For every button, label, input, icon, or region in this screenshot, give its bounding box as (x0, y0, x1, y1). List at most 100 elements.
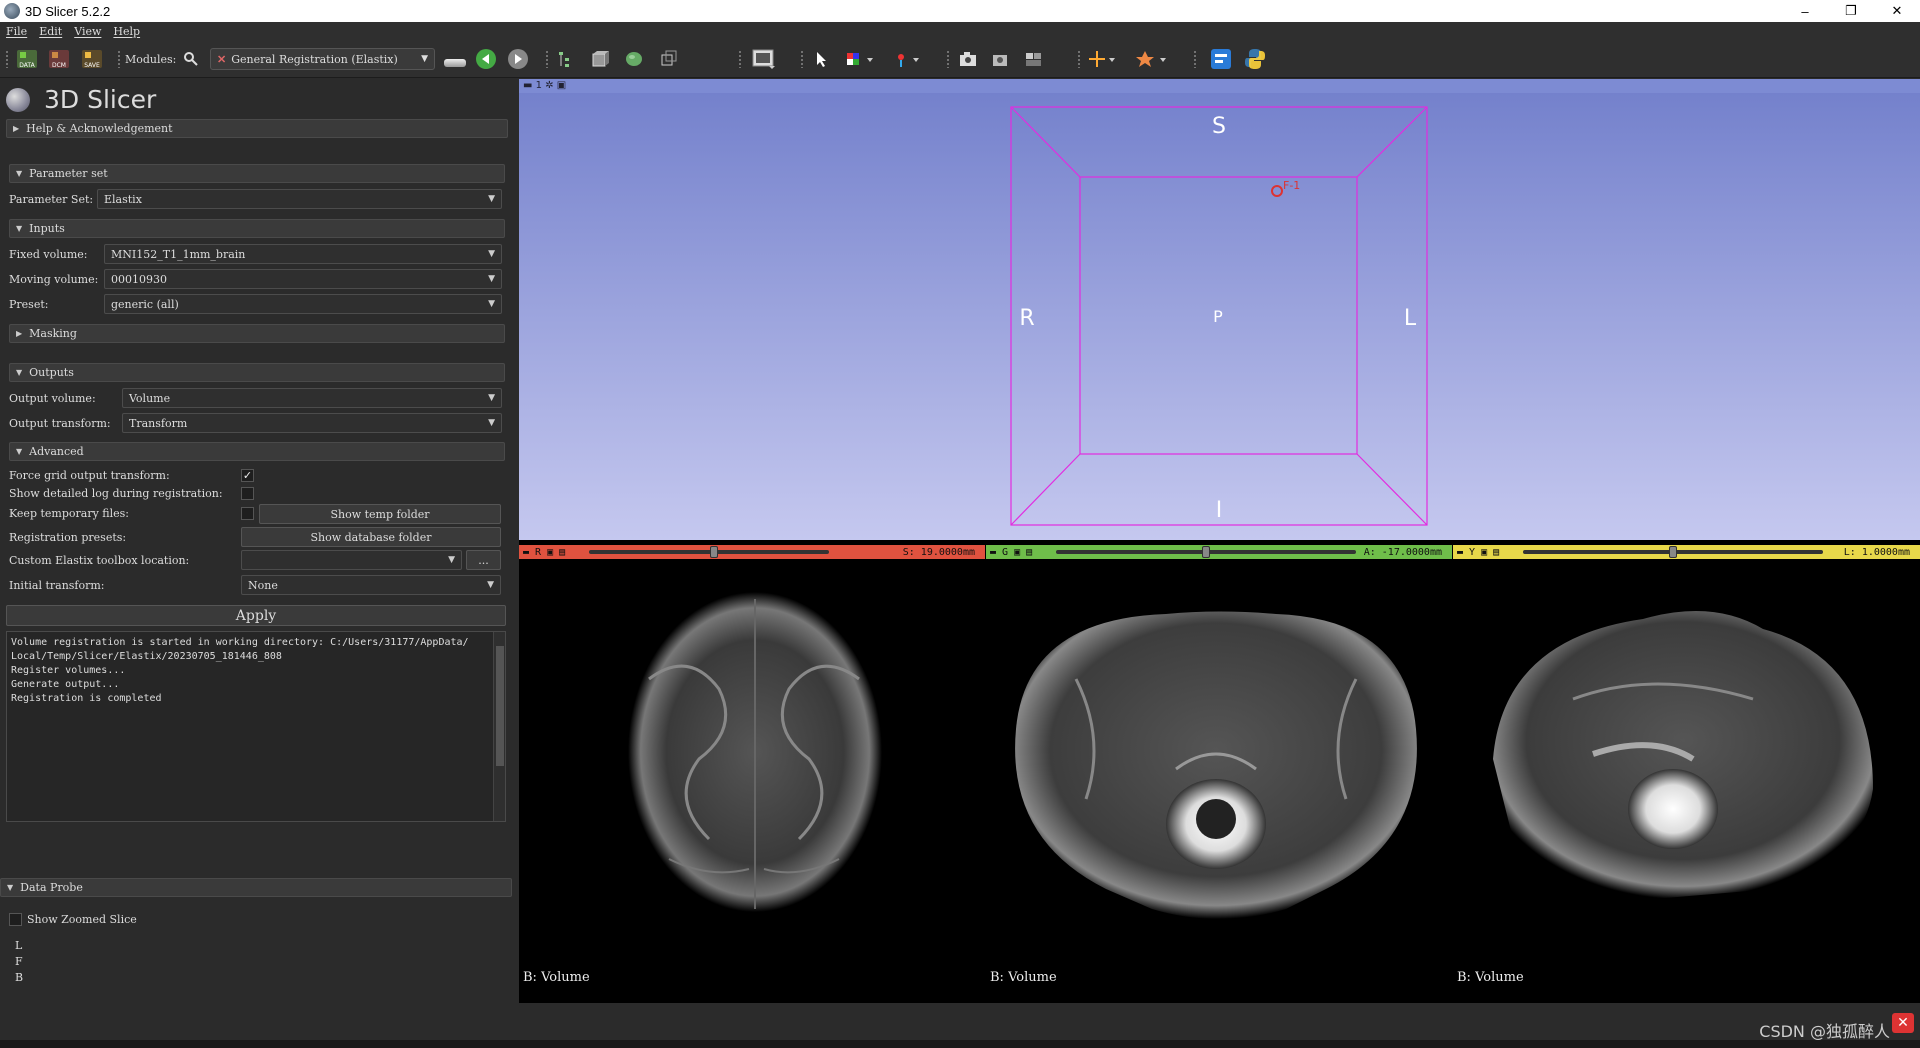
output-volume-combo[interactable]: Volume ▼ (122, 388, 502, 408)
moving-volume-combo[interactable]: 00010930 ▼ (104, 269, 502, 289)
module-list-button[interactable] (444, 49, 466, 69)
section-masking[interactable]: ▶ Masking (9, 324, 505, 343)
yellow-slice-controller[interactable]: ▬ Y ▣ ▤ L: 1.0000mm (1453, 545, 1920, 559)
models-button[interactable] (624, 49, 644, 69)
pin-icon[interactable]: ▬ (990, 547, 996, 558)
yellow-slice-view[interactable]: B: Volume (1453, 559, 1920, 1002)
transforms-button[interactable] (658, 49, 678, 69)
force-grid-checkbox[interactable]: ✓ (241, 469, 254, 482)
show-zoomed-slice-checkbox[interactable] (9, 913, 22, 926)
show-database-folder-button[interactable]: Show database folder (241, 527, 501, 547)
toolbar-grip[interactable] (545, 50, 549, 68)
probe-l-label: L (15, 938, 23, 952)
chevron-down-icon: ▼ (16, 224, 23, 233)
keep-temp-checkbox[interactable] (241, 507, 254, 520)
section-advanced[interactable]: ▼ Advanced (9, 442, 505, 461)
menu-view[interactable]: View (68, 25, 107, 38)
toolbar-grip[interactable] (1193, 50, 1197, 68)
volumes-button[interactable] (590, 49, 610, 69)
log-scrollbar[interactable] (493, 632, 505, 821)
capture-view-button[interactable] (957, 49, 979, 69)
green-slice-controller[interactable]: ▬ G ▣ ▤ A: -17.0000mm (986, 545, 1452, 559)
status-log[interactable]: Volume registration is started in workin… (6, 631, 506, 822)
camera-icon (960, 52, 976, 66)
fiducial-marker[interactable] (1271, 185, 1283, 197)
forward-button[interactable] (507, 49, 529, 69)
fiducial-label: F-1 (1283, 179, 1300, 192)
minimize-button[interactable]: – (1782, 0, 1828, 22)
mouse-mode-view-button[interactable] (812, 49, 832, 69)
volume-cube-icon (592, 51, 609, 67)
section-help-acknowledgement[interactable]: ▶ Help & Acknowledgement (6, 119, 508, 138)
toolbar-grip[interactable] (1077, 50, 1081, 68)
chevron-down-icon: ▼ (448, 555, 455, 565)
toolbar-grip[interactable] (946, 50, 950, 68)
fixed-volume-combo[interactable]: MNI152_T1_1mm_brain ▼ (104, 244, 502, 264)
data-module-button[interactable] (557, 49, 577, 69)
layout-button[interactable] (1024, 49, 1046, 69)
module-search-button[interactable] (183, 49, 199, 69)
star-icon (1136, 51, 1166, 67)
menu-file[interactable]: File (0, 25, 33, 38)
view3d-controller-bar[interactable]: ▬ 1 ✲ ▣ (519, 79, 1920, 93)
link-icon[interactable]: ▣ ▤ (547, 547, 565, 558)
green-slice-view[interactable]: B: Volume (986, 559, 1452, 1002)
section-parameter-set[interactable]: ▼ Parameter set (9, 164, 505, 183)
section-outputs[interactable]: ▼ Outputs (9, 363, 505, 382)
section-data-probe[interactable]: ▼ Data Probe (0, 878, 512, 897)
module-selector[interactable]: ✕ General Registration (Elastix) ▼ (210, 48, 435, 70)
detailed-log-checkbox[interactable] (241, 487, 254, 500)
crosshair-button[interactable] (1088, 49, 1118, 69)
close-button[interactable]: ✕ (1874, 0, 1920, 22)
toolbar-grip[interactable] (5, 50, 9, 68)
red-slice-controller[interactable]: ▬ R ▣ ▤ S: 19.0000mm (519, 545, 985, 559)
log-line: Volume registration is started in workin… (11, 637, 469, 648)
pin-icon[interactable]: ▬ (523, 547, 529, 558)
save-button[interactable]: SAVE (80, 49, 104, 69)
fiducial-button[interactable] (893, 49, 923, 69)
green-slice-slider-thumb[interactable] (1202, 546, 1210, 558)
error-log-icon[interactable]: ✕ (1892, 1013, 1914, 1033)
initial-transform-combo[interactable]: None ▼ (241, 575, 501, 595)
yellow-slice-slider-thumb[interactable] (1669, 546, 1677, 558)
back-button[interactable] (475, 49, 497, 69)
section-inputs[interactable]: ▼ Inputs (9, 219, 505, 238)
data-tree-icon (559, 52, 569, 67)
screenshot-button[interactable] (751, 49, 777, 69)
pin-icon[interactable]: ▬ 1 ✲ ▣ (523, 80, 566, 91)
view3d[interactable]: S I R L P F-1 (519, 93, 1920, 540)
preset-combo[interactable]: generic (all) ▼ (104, 294, 502, 314)
link-icon[interactable]: ▣ ▤ (1014, 547, 1032, 558)
load-dicom-button[interactable]: DCM (47, 49, 71, 69)
scrollbar-thumb[interactable] (496, 646, 504, 766)
orientation-s: S (1212, 114, 1226, 139)
output-transform-combo[interactable]: Transform ▼ (122, 413, 502, 433)
link-icon[interactable]: ▣ ▤ (1481, 547, 1499, 558)
maximize-button[interactable]: ❐ (1828, 0, 1874, 22)
toolbox-browse-button[interactable]: ... (466, 550, 501, 570)
menu-help[interactable]: Help (107, 25, 146, 38)
apply-button[interactable]: Apply (6, 605, 506, 626)
toolbar-grip[interactable] (117, 50, 121, 68)
parameter-set-combo[interactable]: Elastix ▼ (97, 189, 502, 209)
python-console-button[interactable] (1244, 49, 1266, 69)
toolbar-grip[interactable] (738, 50, 742, 68)
place-markup-button[interactable] (845, 49, 875, 69)
load-data-button[interactable]: DATA (15, 49, 39, 69)
toolbar-grip[interactable] (800, 50, 804, 68)
red-slice-view[interactable]: B: Volume (519, 559, 985, 1002)
extension-manager-button[interactable] (1210, 49, 1232, 69)
menu-edit[interactable]: Edit (33, 25, 68, 38)
annotation-button[interactable] (1135, 49, 1169, 69)
show-temp-folder-button[interactable]: Show temp folder (259, 504, 501, 524)
orientation-p: P (1213, 307, 1223, 326)
layout-icon (1026, 53, 1041, 66)
dicom-icon: DCM (49, 50, 69, 69)
chevron-down-icon: ▼ (488, 299, 495, 309)
chevron-down-icon: ▼ (16, 169, 23, 178)
toolbox-location-input[interactable]: ▼ (241, 550, 462, 570)
pin-icon[interactable]: ▬ (1457, 547, 1463, 558)
back-arrow-icon (476, 49, 496, 69)
red-slice-slider-thumb[interactable] (709, 546, 718, 558)
scene-view-button[interactable] (990, 49, 1012, 69)
